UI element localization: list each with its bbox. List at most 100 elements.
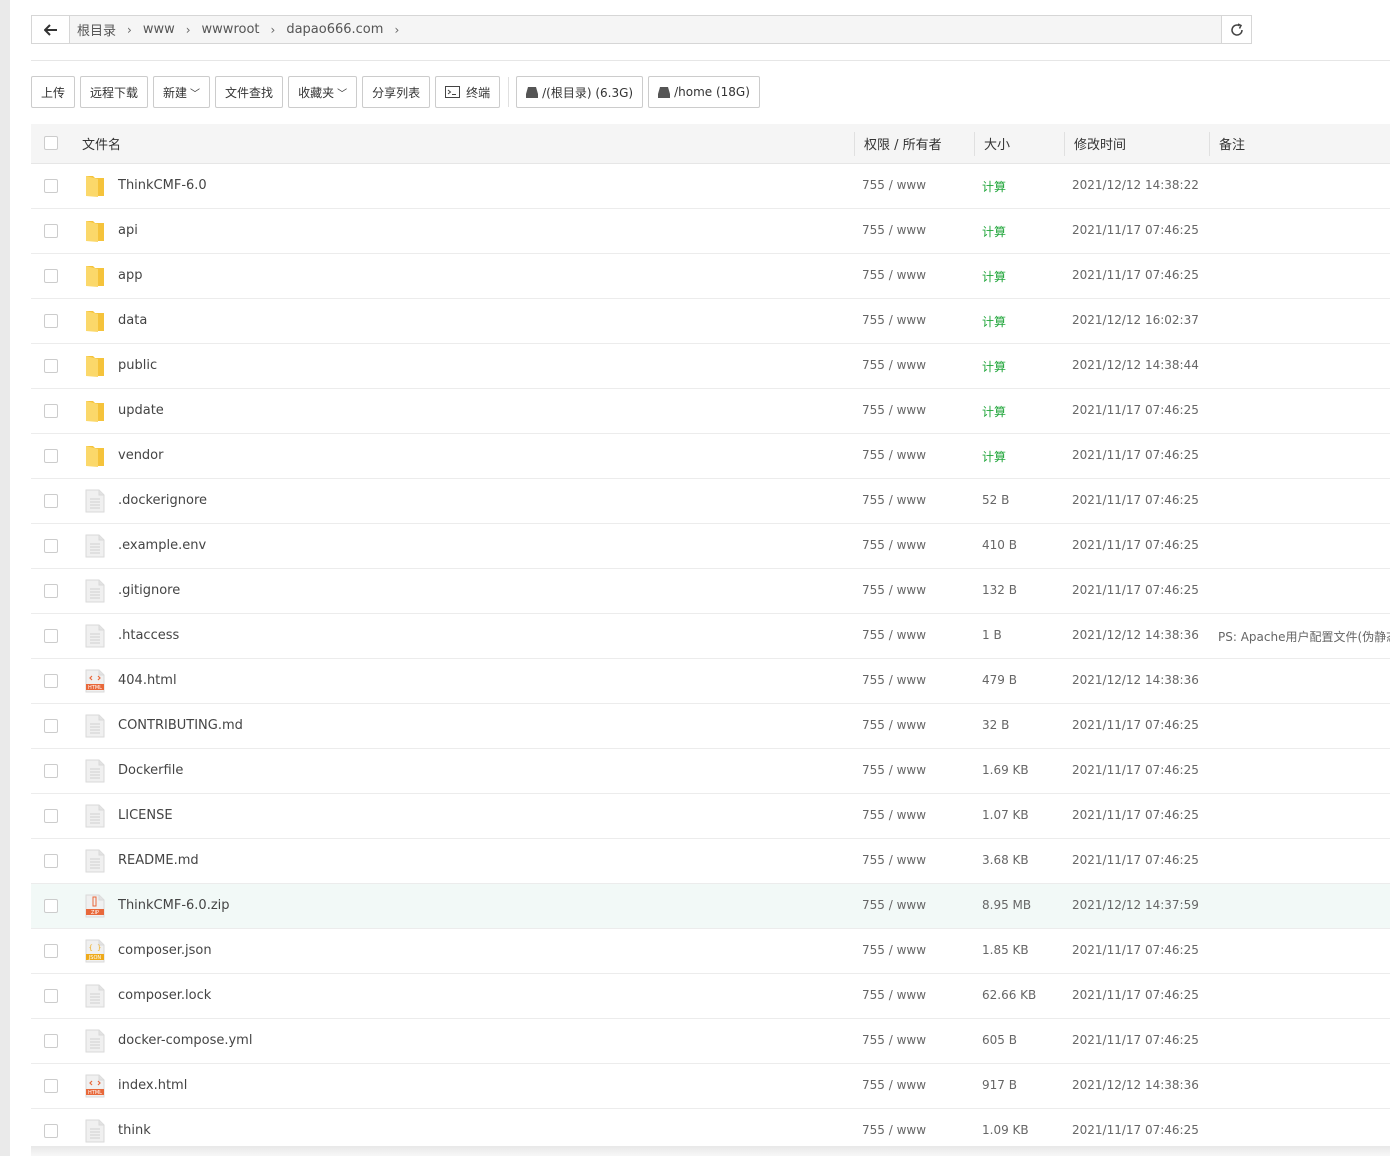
- file-name[interactable]: 404.html: [118, 673, 177, 688]
- file-permission[interactable]: 755 / www: [862, 943, 926, 957]
- table-row[interactable]: JSON { } composer.json 755 / www 1.85 KB 2021…: [31, 929, 1390, 974]
- column-name[interactable]: 文件名: [82, 124, 121, 163]
- table-row[interactable]: LICENSE 755 / www 1.07 KB 2021/11/17 07:46:…: [31, 794, 1390, 839]
- file-name[interactable]: api: [118, 223, 138, 238]
- row-checkbox[interactable]: [44, 1079, 58, 1093]
- file-name[interactable]: README.md: [118, 853, 199, 868]
- breadcrumb-item-root[interactable]: 根目录: [77, 20, 116, 39]
- calculate-size-link[interactable]: 计算: [982, 313, 1006, 330]
- file-permission[interactable]: 755 / www: [862, 898, 926, 912]
- file-permission[interactable]: 755 / www: [862, 493, 926, 507]
- row-checkbox[interactable]: [44, 674, 58, 688]
- calculate-size-link[interactable]: 计算: [982, 403, 1006, 420]
- refresh-button[interactable]: [1221, 16, 1251, 43]
- file-permission[interactable]: 755 / www: [862, 268, 926, 282]
- file-name[interactable]: ThinkCMF-6.0.zip: [118, 898, 230, 913]
- table-row[interactable]: vendor 755 / www 计算 2021/11/17 07:46:25: [31, 434, 1390, 479]
- table-row[interactable]: composer.lock 755 / www 62.66 KB 2021/11/17…: [31, 974, 1390, 1019]
- new-dropdown-button[interactable]: 新建 ﹀: [153, 76, 211, 108]
- column-size[interactable]: 大小: [984, 124, 1010, 163]
- file-permission[interactable]: 755 / www: [862, 988, 926, 1002]
- row-checkbox[interactable]: [44, 224, 58, 238]
- table-row[interactable]: HTML index.html 755 / www 917 B 2021/12/12 1…: [31, 1064, 1390, 1109]
- file-name[interactable]: LICENSE: [118, 808, 173, 823]
- file-name[interactable]: CONTRIBUTING.md: [118, 718, 243, 733]
- calculate-size-link[interactable]: 计算: [982, 448, 1006, 465]
- row-checkbox[interactable]: [44, 764, 58, 778]
- favorites-dropdown-button[interactable]: 收藏夹 ﹀: [288, 76, 358, 108]
- file-permission[interactable]: 755 / www: [862, 178, 926, 192]
- calculate-size-link[interactable]: 计算: [982, 178, 1006, 195]
- file-permission[interactable]: 755 / www: [862, 358, 926, 372]
- file-name[interactable]: docker-compose.yml: [118, 1033, 252, 1048]
- table-row[interactable]: CONTRIBUTING.md 755 / www 32 B 2021/11/17 0…: [31, 704, 1390, 749]
- table-row[interactable]: update 755 / www 计算 2021/11/17 07:46:25: [31, 389, 1390, 434]
- table-row[interactable]: .gitignore 755 / www 132 B 2021/11/17 07:46…: [31, 569, 1390, 614]
- file-name[interactable]: .gitignore: [118, 583, 180, 598]
- file-permission[interactable]: 755 / www: [862, 538, 926, 552]
- breadcrumb-item-www[interactable]: www: [143, 22, 175, 37]
- table-row[interactable]: .example.env 755 / www 410 B 2021/11/17 07:…: [31, 524, 1390, 569]
- row-checkbox[interactable]: [44, 989, 58, 1003]
- table-row[interactable]: ThinkCMF-6.0 755 / www 计算 2021/12/12 14:38:…: [31, 164, 1390, 209]
- file-name[interactable]: Dockerfile: [118, 763, 183, 778]
- row-checkbox[interactable]: [44, 269, 58, 283]
- table-row[interactable]: .htaccess 755 / www 1 B 2021/12/12 14:38:36…: [31, 614, 1390, 659]
- file-permission[interactable]: 755 / www: [862, 313, 926, 327]
- calculate-size-link[interactable]: 计算: [982, 358, 1006, 375]
- column-perm[interactable]: 权限 / 所有者: [864, 124, 942, 163]
- row-checkbox[interactable]: [44, 809, 58, 823]
- row-checkbox[interactable]: [44, 1124, 58, 1138]
- file-permission[interactable]: 755 / www: [862, 448, 926, 462]
- row-checkbox[interactable]: [44, 944, 58, 958]
- row-checkbox[interactable]: [44, 359, 58, 373]
- file-name[interactable]: composer.json: [118, 943, 212, 958]
- upload-button[interactable]: 上传: [31, 76, 76, 108]
- file-permission[interactable]: 755 / www: [862, 808, 926, 822]
- row-checkbox[interactable]: [44, 539, 58, 553]
- row-checkbox[interactable]: [44, 404, 58, 418]
- row-checkbox[interactable]: [44, 179, 58, 193]
- table-row[interactable]: .dockerignore 755 / www 52 B 2021/11/17 07:…: [31, 479, 1390, 524]
- calculate-size-link[interactable]: 计算: [982, 268, 1006, 285]
- row-checkbox[interactable]: [44, 719, 58, 733]
- row-checkbox[interactable]: [44, 629, 58, 643]
- file-permission[interactable]: 755 / www: [862, 1078, 926, 1092]
- table-row[interactable]: HTML 404.html 755 / www 479 B 2021/12/12 14:…: [31, 659, 1390, 704]
- table-row[interactable]: ZIP ThinkCMF-6.0.zip 755 / www 8.95 MB 2021/…: [31, 884, 1390, 929]
- row-checkbox[interactable]: [44, 899, 58, 913]
- disk-root-button[interactable]: /(根目录) (6.3G): [516, 76, 644, 108]
- file-name[interactable]: think: [118, 1123, 151, 1138]
- file-permission[interactable]: 755 / www: [862, 673, 926, 687]
- row-checkbox[interactable]: [44, 854, 58, 868]
- select-all-checkbox[interactable]: [44, 136, 58, 150]
- file-name[interactable]: public: [118, 358, 157, 373]
- file-name[interactable]: .dockerignore: [118, 493, 207, 508]
- terminal-button[interactable]: 终端: [435, 76, 501, 108]
- row-checkbox[interactable]: [44, 314, 58, 328]
- table-row[interactable]: README.md 755 / www 3.68 KB 2021/11/17 07:4…: [31, 839, 1390, 884]
- file-name[interactable]: vendor: [118, 448, 163, 463]
- column-mtime[interactable]: 修改时间: [1074, 124, 1126, 163]
- file-name[interactable]: .example.env: [118, 538, 206, 553]
- file-name[interactable]: app: [118, 268, 142, 283]
- breadcrumb-item-wwwroot[interactable]: wwwroot: [202, 22, 260, 37]
- file-permission[interactable]: 755 / www: [862, 1123, 926, 1137]
- calculate-size-link[interactable]: 计算: [982, 223, 1006, 240]
- file-name[interactable]: composer.lock: [118, 988, 211, 1003]
- table-row[interactable]: public 755 / www 计算 2021/12/12 14:38:44: [31, 344, 1390, 389]
- file-name[interactable]: ThinkCMF-6.0: [118, 178, 207, 193]
- row-checkbox[interactable]: [44, 449, 58, 463]
- file-permission[interactable]: 755 / www: [862, 403, 926, 417]
- column-note[interactable]: 备注: [1219, 124, 1245, 163]
- file-permission[interactable]: 755 / www: [862, 718, 926, 732]
- table-row[interactable]: Dockerfile 755 / www 1.69 KB 2021/11/17 07:…: [31, 749, 1390, 794]
- share-list-button[interactable]: 分享列表: [362, 76, 431, 108]
- file-permission[interactable]: 755 / www: [862, 628, 926, 642]
- back-button[interactable]: [32, 16, 70, 43]
- row-checkbox[interactable]: [44, 1034, 58, 1048]
- file-name[interactable]: data: [118, 313, 147, 328]
- file-name[interactable]: index.html: [118, 1078, 187, 1093]
- file-note[interactable]: PS: Apache用户配置文件(伪静态: [1218, 628, 1390, 645]
- file-permission[interactable]: 755 / www: [862, 853, 926, 867]
